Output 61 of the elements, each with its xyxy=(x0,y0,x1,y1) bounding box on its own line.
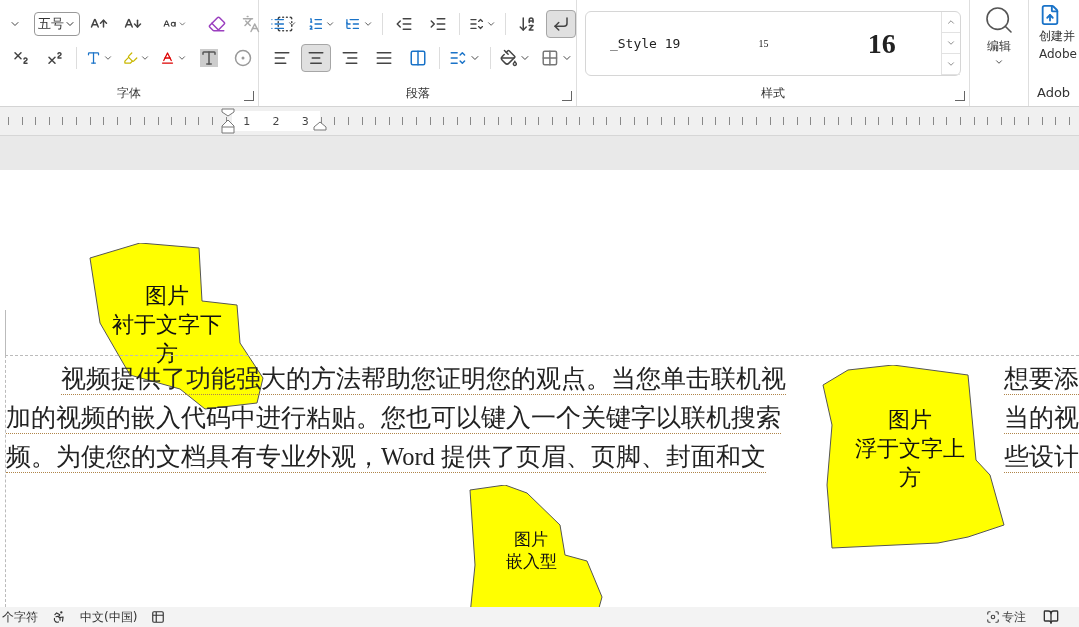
search-icon xyxy=(983,4,1015,36)
align-button[interactable] xyxy=(301,44,331,72)
subscript-icon xyxy=(12,49,30,67)
align-icon xyxy=(409,49,427,67)
ruler-number: 1 xyxy=(243,114,251,128)
enclosed-icon xyxy=(234,49,252,67)
indent-icon xyxy=(428,15,447,33)
body-text: 些设计 xyxy=(1004,442,1079,473)
phonetic-icon xyxy=(242,15,260,33)
right-indent-marker-icon[interactable] xyxy=(313,121,327,131)
shape-label: 图片 嵌入型 xyxy=(505,528,557,573)
align-icon xyxy=(375,49,393,67)
body-text: 当的视 xyxy=(1004,403,1079,434)
chevron-up-icon xyxy=(946,17,956,27)
body-text: 频。为使您的文档具有专业外观，Word 提供了页眉、页脚、封面和文 xyxy=(6,442,766,473)
outdent-icon xyxy=(394,15,413,33)
text-effects-icon xyxy=(85,49,101,67)
superscript-icon xyxy=(46,49,64,67)
ruler-number: 2 xyxy=(272,114,280,128)
align-icon xyxy=(273,49,291,67)
sort-icon xyxy=(518,15,536,33)
editing-button[interactable]: 编辑 xyxy=(970,0,1028,67)
paint-bucket-icon xyxy=(499,49,518,67)
eraser-icon xyxy=(208,15,226,33)
read-mode-icon[interactable] xyxy=(1043,609,1059,625)
align-icon xyxy=(341,49,359,67)
group-label: 段落 xyxy=(404,85,431,102)
show-marks-button[interactable] xyxy=(546,10,576,38)
align-icon xyxy=(307,49,325,67)
dialog-launcher-icon[interactable] xyxy=(562,91,572,101)
style-preview[interactable]: _Style 19 xyxy=(586,36,705,51)
dialog-launcher-icon[interactable] xyxy=(955,91,965,101)
dialog-launcher-icon[interactable] xyxy=(244,91,254,101)
style-preview[interactable]: 16 xyxy=(822,27,941,60)
chevron-down-icon xyxy=(946,38,956,48)
indent-marker-icon[interactable] xyxy=(221,108,235,134)
word-count: 个字符 xyxy=(2,608,38,626)
font-size-dropdown[interactable]: 五号 xyxy=(34,12,80,36)
create-pdf-button[interactable]: 创建并 Adobe xyxy=(1029,0,1079,61)
grid-icon xyxy=(541,49,560,67)
language-indicator[interactable]: 中文(中国) xyxy=(80,608,138,626)
border-box-icon xyxy=(276,15,294,33)
shading-icon xyxy=(200,49,218,67)
return-arrow-icon xyxy=(552,15,570,33)
style-preview[interactable]: 15 xyxy=(704,38,823,49)
highlighter-icon xyxy=(122,49,138,67)
chevron-down-icon xyxy=(946,59,956,69)
line-spacing-icon xyxy=(449,49,467,67)
focus-button[interactable]: 专注 xyxy=(983,607,1029,627)
group-label: 字体 xyxy=(116,85,142,102)
numbered-list-icon xyxy=(307,15,323,33)
font-color-icon xyxy=(159,49,175,67)
shape-label: 图片 浮于文字上 方 xyxy=(855,406,965,493)
ruler-number: 3 xyxy=(301,114,309,128)
chevron-down-icon xyxy=(994,57,1004,67)
file-upload-icon xyxy=(1039,4,1061,26)
group-label: Adob xyxy=(1036,84,1072,102)
group-label: 样式 xyxy=(760,85,786,102)
focus-icon xyxy=(986,610,1000,624)
body-text: 加的视频的嵌入代码中进行粘贴。您也可以键入一个关键字以联机搜索 xyxy=(6,403,781,434)
body-text: 想要添 xyxy=(1004,364,1079,395)
